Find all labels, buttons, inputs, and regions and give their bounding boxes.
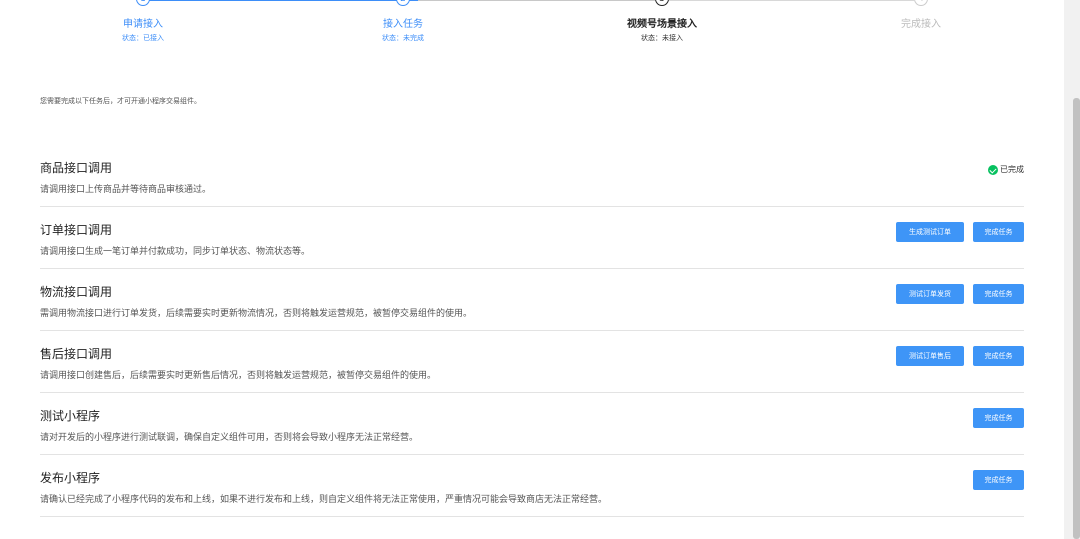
task-actions: 完成任务 <box>973 408 1024 428</box>
generate-test-order-button[interactable]: 生成测试订单 <box>896 222 964 242</box>
task-order-api: 订单接口调用 请调用接口生成一笔订单并付款成功，同步订单状态、物流状态等。 生成… <box>40 207 1024 269</box>
task-desc: 请调用接口生成一笔订单并付款成功，同步订单状态、物流状态等。 <box>40 247 311 257</box>
task-actions: 测试订单售后 完成任务 <box>896 346 1024 366</box>
task-name: 商品接口调用 <box>40 161 113 175</box>
task-name: 发布小程序 <box>40 471 101 485</box>
task-name: 物流接口调用 <box>40 285 113 299</box>
complete-task-button[interactable]: 完成任务 <box>973 408 1024 428</box>
complete-task-button[interactable]: 完成任务 <box>973 222 1024 242</box>
complete-task-button[interactable]: 完成任务 <box>973 284 1024 304</box>
task-name: 测试小程序 <box>40 409 101 423</box>
step-number-2: 2 <box>396 0 410 6</box>
task-desc: 请确认已经完成了小程序代码的发布和上线，如果不进行发布和上线，则自定义组件将无法… <box>40 495 608 505</box>
complete-task-button[interactable]: 完成任务 <box>973 346 1024 366</box>
completed-badge: 已完成 <box>988 164 1024 175</box>
step-number-1: 1 <box>136 0 150 6</box>
task-actions: 测试订单发货 完成任务 <box>896 284 1024 304</box>
scrollbar-thumb[interactable] <box>1073 98 1080 539</box>
task-name: 订单接口调用 <box>40 223 113 237</box>
task-aftersale-api: 售后接口调用 请调用接口创建售后，后续需要实时更新售后情况，否则将触发运营规范，… <box>40 331 1024 393</box>
task-desc: 请调用接口创建售后，后续需要实时更新售后情况，否则将触发运营规范，被暂停交易组件… <box>40 371 437 381</box>
task-product-api: 商品接口调用 请调用接口上传商品并等待商品审核通过。 已完成 <box>40 145 1024 207</box>
task-name: 售后接口调用 <box>40 347 113 361</box>
task-desc: 请对开发后的小程序进行测试联调，确保自定义组件可用，否则将会导致小程序无法正常经… <box>40 433 419 443</box>
step-title-3: 视频号场景接入 <box>627 19 697 30</box>
task-actions: 生成测试订单 完成任务 <box>896 222 1024 242</box>
completed-label: 已完成 <box>1000 165 1024 174</box>
complete-task-button[interactable]: 完成任务 <box>973 470 1024 490</box>
test-order-aftersale-button[interactable]: 测试订单售后 <box>896 346 964 366</box>
task-logistics-api: 物流接口调用 需调用物流接口进行订单发货，后续需要实时更新物流情况，否则将触发运… <box>40 269 1024 331</box>
step-number-4: 4 <box>914 0 928 6</box>
step-connector-2 <box>418 0 655 1</box>
task-desc: 请调用接口上传商品并等待商品审核通过。 <box>40 185 212 195</box>
step-title-2: 接入任务 <box>383 19 423 30</box>
step-status-1: 状态：已接入 <box>122 34 164 42</box>
check-circle-icon <box>988 164 998 175</box>
test-order-shipping-button[interactable]: 测试订单发货 <box>896 284 964 304</box>
task-publish-miniprogram: 发布小程序 请确认已经完成了小程序代码的发布和上线，如果不进行发布和上线，则自定… <box>40 455 1024 517</box>
intro-text: 您需要完成以下任务后，才可开通小程序交易组件。 <box>40 97 201 105</box>
page-scrollbar[interactable] <box>1064 0 1080 539</box>
step-title-1: 申请接入 <box>123 19 163 30</box>
step-status-3: 状态：未接入 <box>641 34 683 42</box>
task-test-miniprogram: 测试小程序 请对开发后的小程序进行测试联调，确保自定义组件可用，否则将会导致小程… <box>40 393 1024 455</box>
task-actions: 已完成 <box>988 160 1024 175</box>
step-title-4: 完成接入 <box>901 19 941 30</box>
step-number-3: 3 <box>655 0 669 6</box>
step-connector-3 <box>669 0 914 1</box>
task-desc: 需调用物流接口进行订单发货，后续需要实时更新物流情况，否则将触发运营规范，被暂停… <box>40 309 473 319</box>
task-list: 商品接口调用 请调用接口上传商品并等待商品审核通过。 已完成 订单接口调用 请调… <box>40 145 1024 517</box>
steps-progress: 1 申请接入 状态：已接入 2 接入任务 状态：未完成 3 视频号场景接入 状态… <box>0 0 1064 60</box>
step-status-2: 状态：未完成 <box>382 34 424 42</box>
task-actions: 完成任务 <box>973 470 1024 490</box>
